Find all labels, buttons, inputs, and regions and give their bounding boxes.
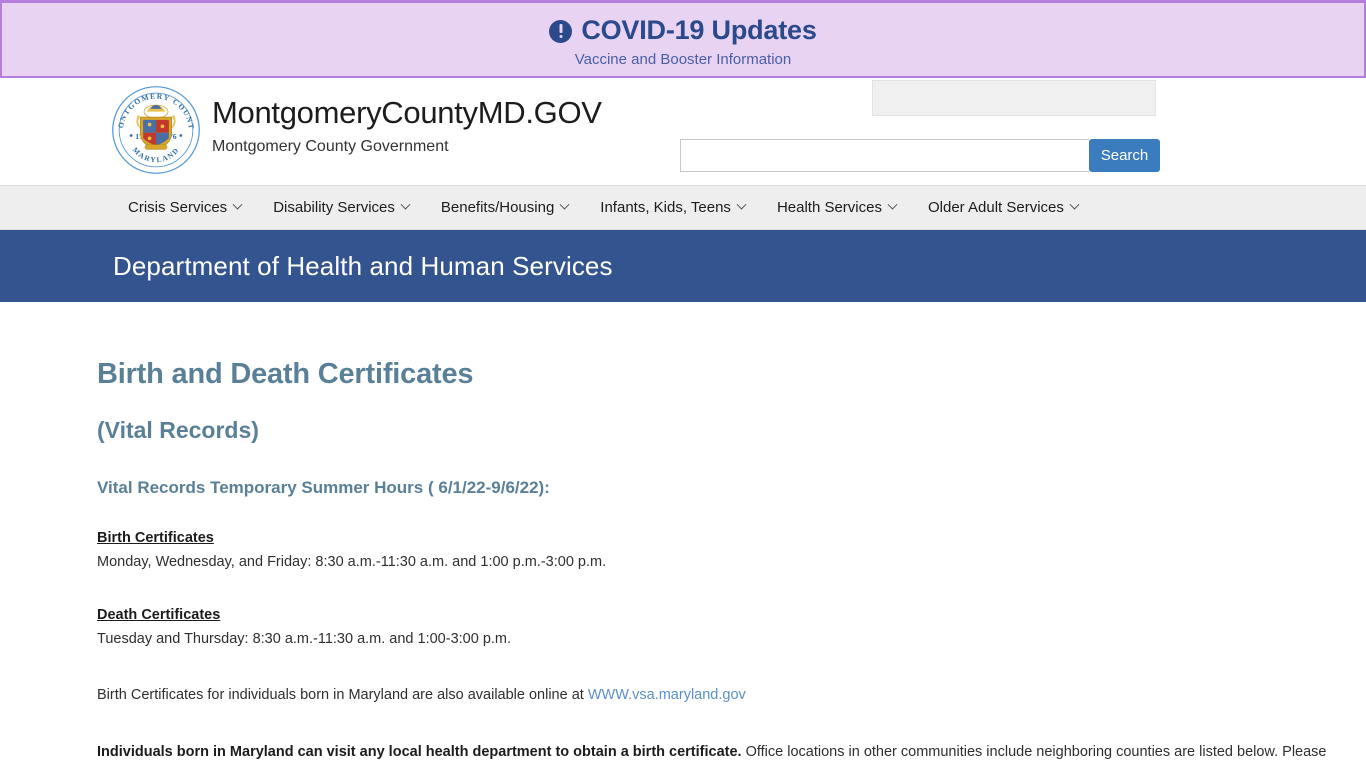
chevron-down-icon — [559, 199, 570, 210]
page-title: Birth and Death Certificates — [97, 358, 474, 390]
nav-item-health-services[interactable]: Health Services — [776, 199, 898, 216]
covid-alert-subtitle: Vaccine and Booster Information — [574, 51, 792, 69]
death-certificates-hours: Tuesday and Thursday: 8:30 a.m.-11:30 a.… — [97, 631, 512, 648]
nav-label: Disability Services — [273, 199, 395, 216]
chevron-down-icon — [736, 199, 747, 210]
utility-widget-inner — [875, 83, 1153, 113]
nav-label: Older Adult Services — [927, 199, 1064, 216]
vsa-maryland-link[interactable]: WWW.vsa.maryland.gov — [588, 687, 746, 703]
covid-alert-title-row: COVID-19 Updates — [2, 3, 1364, 46]
department-title: Department of Health and Human Services — [113, 250, 613, 281]
birth-certificates-block: Birth Certificates Monday, Wednesday, an… — [97, 526, 1366, 575]
birth-certificates-hours: Monday, Wednesday, and Friday: 8:30 a.m.… — [97, 554, 607, 571]
closing-paragraph: Individuals born in Maryland can visit a… — [97, 740, 1366, 768]
chevron-down-icon — [887, 199, 898, 210]
birth-certificates-label: Birth Certificates — [97, 530, 214, 546]
site-brand[interactable]: MONTGOMERY COUNTY MARYLAND 17 76 — [110, 84, 602, 176]
search-button[interactable]: Search — [1089, 139, 1160, 172]
nav-item-benefits-housing[interactable]: Benefits/Housing — [440, 199, 570, 216]
main-content: Birth and Death Certificates (Vital Reco… — [0, 302, 1366, 768]
chevron-down-icon — [1069, 199, 1080, 210]
exclamation-circle-icon — [549, 20, 573, 44]
search-input[interactable] — [680, 139, 1089, 172]
online-availability-text: Birth Certificates for individuals born … — [97, 687, 588, 704]
nav-item-older-adult-services[interactable]: Older Adult Services — [927, 199, 1080, 216]
chevron-down-icon — [232, 199, 243, 210]
death-certificates-block: Death Certificates Tuesday and Thursday:… — [97, 603, 1366, 652]
site-tagline: Montgomery County Government — [212, 137, 449, 155]
nav-label: Infants, Kids, Teens — [600, 199, 731, 216]
death-certificates-label: Death Certificates — [97, 606, 221, 623]
masthead: MONTGOMERY COUNTY MARYLAND 17 76 — [0, 78, 1366, 185]
nav-label: Health Services — [776, 199, 882, 216]
page-subtitle: (Vital Records) — [97, 417, 259, 443]
brand-text-block: MontgomeryCountyMD.GOV Montgomery County… — [212, 84, 602, 156]
closing-paragraph-lead: Individuals born in Maryland can visit a… — [97, 743, 742, 760]
chevron-down-icon — [400, 199, 411, 210]
nav-item-disability-services[interactable]: Disability Services — [273, 199, 411, 216]
site-title: MontgomeryCountyMD.GOV — [212, 95, 602, 130]
nav-item-infants-kids-teens[interactable]: Infants, Kids, Teens — [600, 199, 747, 216]
summer-hours-heading: Vital Records Temporary Summer Hours ( 6… — [97, 478, 550, 497]
main-navigation: Crisis Services Disability Services Bene… — [0, 185, 1366, 230]
montgomery-county-seal-icon: MONTGOMERY COUNTY MARYLAND 17 76 — [110, 84, 200, 174]
utility-widget-panel[interactable] — [872, 80, 1156, 116]
covid-alert-title: COVID-19 Updates — [581, 15, 817, 45]
online-availability-paragraph: Birth Certificates for individuals born … — [97, 683, 1366, 707]
department-banner: Department of Health and Human Services — [0, 230, 1366, 302]
site-search: Search — [680, 139, 1160, 172]
covid-alert-banner[interactable]: COVID-19 Updates Vaccine and Booster Inf… — [0, 0, 1366, 78]
nav-label: Crisis Services — [128, 199, 228, 216]
nav-label: Benefits/Housing — [440, 199, 555, 216]
nav-item-crisis-services[interactable]: Crisis Services — [128, 199, 243, 216]
